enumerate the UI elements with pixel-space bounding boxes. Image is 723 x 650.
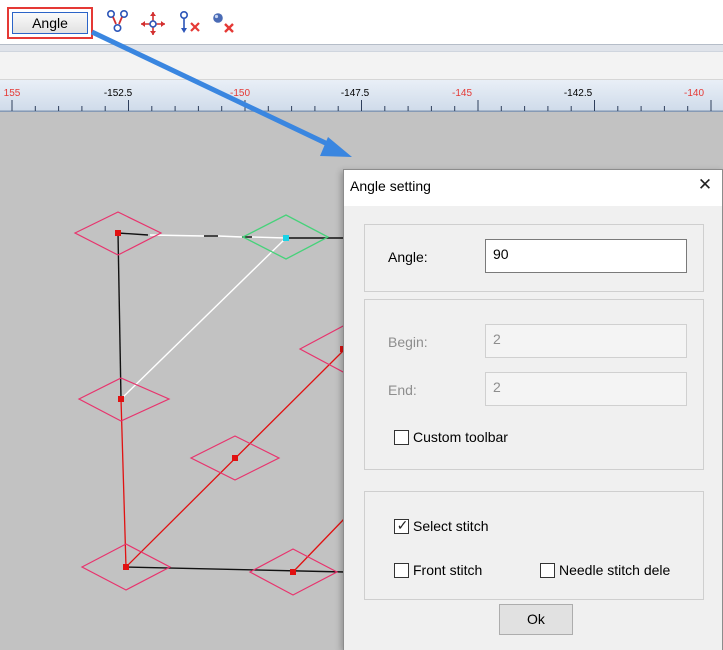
- angle-input[interactable]: 90: [485, 239, 687, 273]
- custom-toolbar-label: Custom toolbar: [413, 429, 508, 445]
- dialog-title: Angle setting: [350, 178, 431, 194]
- front-stitch-label: Front stitch: [413, 562, 483, 578]
- end-input: 2: [485, 372, 687, 406]
- angle-group: Angle: 90: [364, 224, 704, 292]
- ok-button[interactable]: Ok: [499, 604, 573, 635]
- front-stitch-checkbox[interactable]: [394, 563, 409, 578]
- close-icon[interactable]: ✕: [694, 175, 716, 195]
- needle-stitch-delete-checkbox[interactable]: [540, 563, 555, 578]
- stitch-options-group: ✓ Select stitch Front stitch Needle stit…: [364, 491, 704, 600]
- custom-toolbar-checkbox[interactable]: [394, 430, 409, 445]
- needle-stitch-delete-label: Needle stitch dele: [559, 562, 671, 578]
- select-stitch-checkbox[interactable]: ✓: [394, 517, 409, 534]
- select-stitch-label: Select stitch: [413, 518, 489, 534]
- dialog-body: Angle: 90 Begin: 2 End: 2 Custom toolbar…: [344, 206, 722, 650]
- angle-setting-dialog: Angle setting ✕ Angle: 90 Begin: 2 End: …: [343, 169, 723, 650]
- check-mark-icon: ✓: [396, 517, 409, 533]
- end-label: End:: [388, 382, 417, 398]
- begin-label: Begin:: [388, 334, 428, 350]
- begin-input: 2: [485, 324, 687, 358]
- range-group: Begin: 2 End: 2 Custom toolbar: [364, 299, 704, 470]
- angle-label: Angle:: [388, 249, 428, 265]
